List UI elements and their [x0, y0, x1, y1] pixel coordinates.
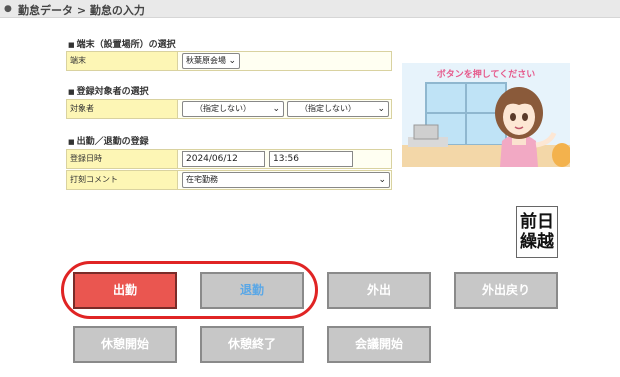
chevron-down-icon: ⌄ — [378, 175, 386, 185]
date-row: 登録日時 2024/06/12 13:56 — [66, 149, 392, 169]
target-select-person[interactable]: （指定しない） ⌄ — [287, 101, 389, 117]
square-bullet-icon: ■ — [68, 138, 75, 146]
section-title-target: ■ 登録対象者の選択 — [68, 87, 149, 97]
break-start-button[interactable]: 休憩開始 — [73, 326, 177, 363]
chevron-down-icon: ⌄ — [377, 104, 385, 114]
comment-label: 打刻コメント — [67, 171, 178, 189]
instruction-illustration: ボタンを押してください — [402, 63, 570, 167]
square-bullet-icon: ■ — [68, 41, 75, 49]
clock-out-button[interactable]: 退勤 — [200, 272, 304, 309]
return-button[interactable]: 外出戻り — [454, 272, 558, 309]
carry-over-button[interactable]: 前日 繰越 — [516, 206, 558, 258]
go-out-button[interactable]: 外出 — [327, 272, 431, 309]
breadcrumb: 勤怠データ > 勤怠の入力 — [18, 4, 145, 17]
chevron-down-icon: ⌄ — [228, 56, 236, 66]
target-row: 対象者 （指定しない） ⌄ （指定しない） ⌄ — [66, 99, 392, 119]
circle-bullet-icon: ● — [4, 4, 12, 14]
section-title-attendance: ■ 出勤／退勤の登録 — [68, 137, 149, 147]
section-title-terminal: ■ 端末（設置場所）の選択 — [68, 40, 176, 50]
date-label: 登録日時 — [67, 150, 178, 168]
date-input[interactable]: 2024/06/12 — [182, 151, 265, 167]
target-select-group[interactable]: （指定しない） ⌄ — [182, 101, 284, 117]
illustration-caption: ボタンを押してください — [436, 70, 536, 80]
chevron-down-icon: ⌄ — [272, 104, 280, 114]
terminal-label: 端末 — [67, 52, 178, 70]
target-label: 対象者 — [67, 100, 178, 118]
comment-row: 打刻コメント 在宅勤務 ⌄ — [66, 170, 392, 190]
meeting-start-button[interactable]: 会議開始 — [327, 326, 431, 363]
clock-in-button[interactable]: 出勤 — [73, 272, 177, 309]
break-end-button[interactable]: 休憩終了 — [200, 326, 304, 363]
terminal-row: 端末 秋葉原会場 ⌄ — [66, 51, 392, 71]
comment-select[interactable]: 在宅勤務 ⌄ — [182, 172, 390, 188]
square-bullet-icon: ■ — [68, 88, 75, 96]
breadcrumb-bar: ● 勤怠データ > 勤怠の入力 — [0, 0, 620, 18]
terminal-select[interactable]: 秋葉原会場 ⌄ — [182, 53, 240, 69]
time-input[interactable]: 13:56 — [269, 151, 353, 167]
